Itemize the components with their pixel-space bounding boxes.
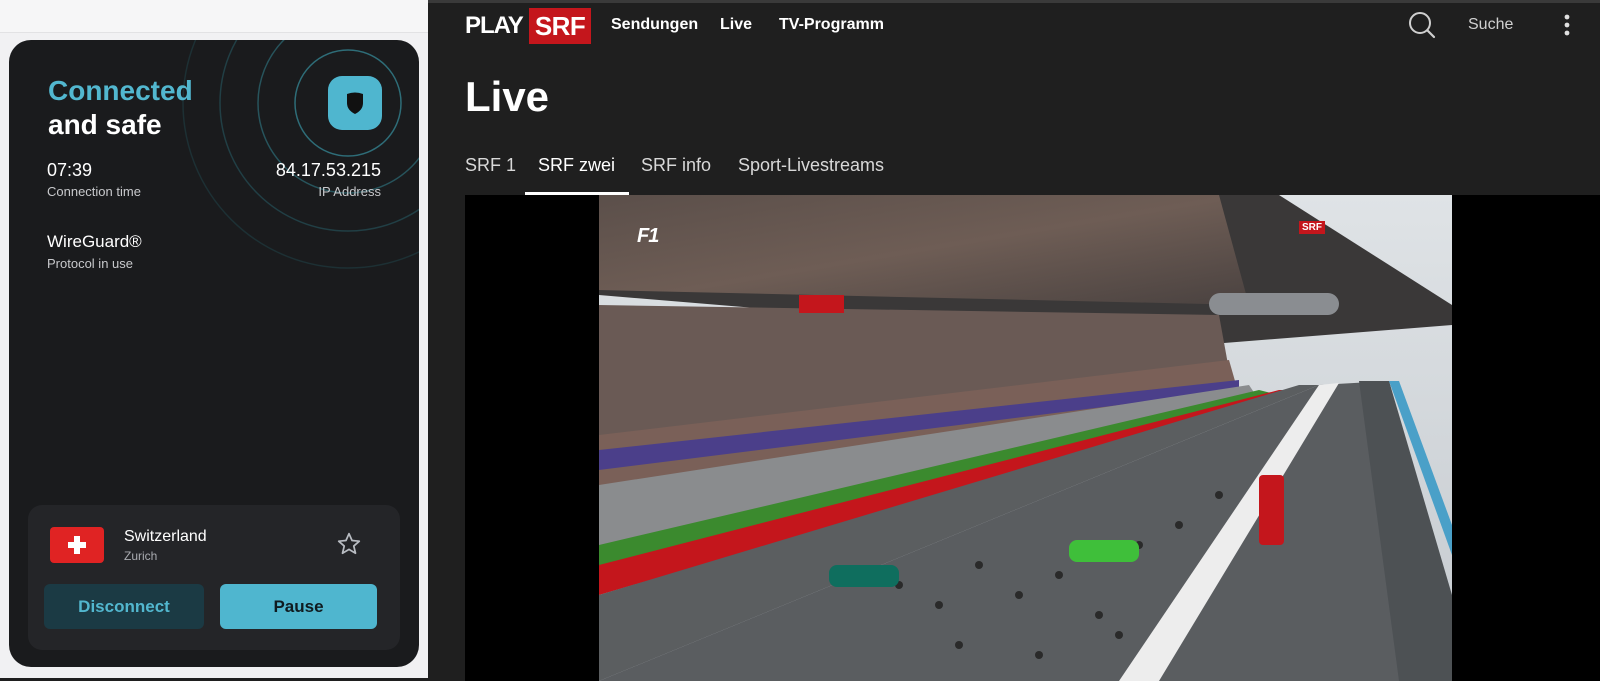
protocol-value: WireGuard® [47, 232, 142, 251]
tab-srf-info[interactable]: SRF info [641, 155, 711, 176]
favorite-star-icon[interactable] [336, 531, 362, 557]
protocol-label: Protocol in use [47, 256, 133, 271]
vpn-shield-toggle[interactable] [328, 76, 382, 130]
vpn-title-bar [0, 0, 428, 33]
connection-status-title: Connected [48, 75, 193, 106]
location-city: Zurich [124, 549, 158, 563]
more-menu-icon[interactable] [1564, 14, 1570, 36]
connection-time-value: 07:39 [47, 160, 93, 180]
nav-live[interactable]: Live [720, 16, 752, 34]
srf-browser-page: PLAY SRF Sendungen Live TV-Programm Such… [428, 0, 1600, 681]
location-panel: Switzerland Zurich Disconnect Pause [28, 505, 400, 650]
ip-address-value: 84.17.53.215 [275, 160, 381, 180]
logo-srf-text: SRF [528, 8, 592, 44]
search-label[interactable]: Suche [1468, 16, 1513, 34]
connection-time-label: Connection time [47, 184, 141, 199]
disconnect-button[interactable]: Disconnect [44, 584, 204, 629]
video-player[interactable]: F1 SRF [465, 195, 1600, 681]
nav-sendungen[interactable]: Sendungen [611, 16, 698, 34]
location-country[interactable]: Switzerland [124, 528, 207, 546]
video-overlay: F1 SRF [599, 195, 1452, 681]
vpn-window: Connected and safe 07:39 Connection time… [0, 0, 428, 678]
shield-icon [347, 92, 363, 114]
srf-channel-bug: SRF [1299, 221, 1325, 234]
connection-status-subtitle: and safe [48, 109, 162, 140]
logo-play-text: PLAY [465, 12, 524, 39]
pause-button[interactable]: Pause [220, 584, 377, 629]
ip-address-label: IP Address [318, 184, 381, 199]
tab-sport-livestreams[interactable]: Sport-Livestreams [738, 155, 884, 176]
vpn-card: Connected and safe 07:39 Connection time… [9, 40, 419, 667]
tab-srf-zwei[interactable]: SRF zwei [538, 155, 615, 176]
play-srf-logo[interactable]: PLAY SRF [465, 8, 592, 44]
search-icon[interactable] [1408, 11, 1436, 39]
tab-srf1[interactable]: SRF 1 [465, 155, 516, 176]
nav-tv-programm[interactable]: TV-Programm [779, 16, 884, 34]
page-title: Live [465, 73, 550, 120]
f1-logo-overlay: F1 [637, 225, 659, 247]
swiss-flag-icon [50, 527, 104, 563]
